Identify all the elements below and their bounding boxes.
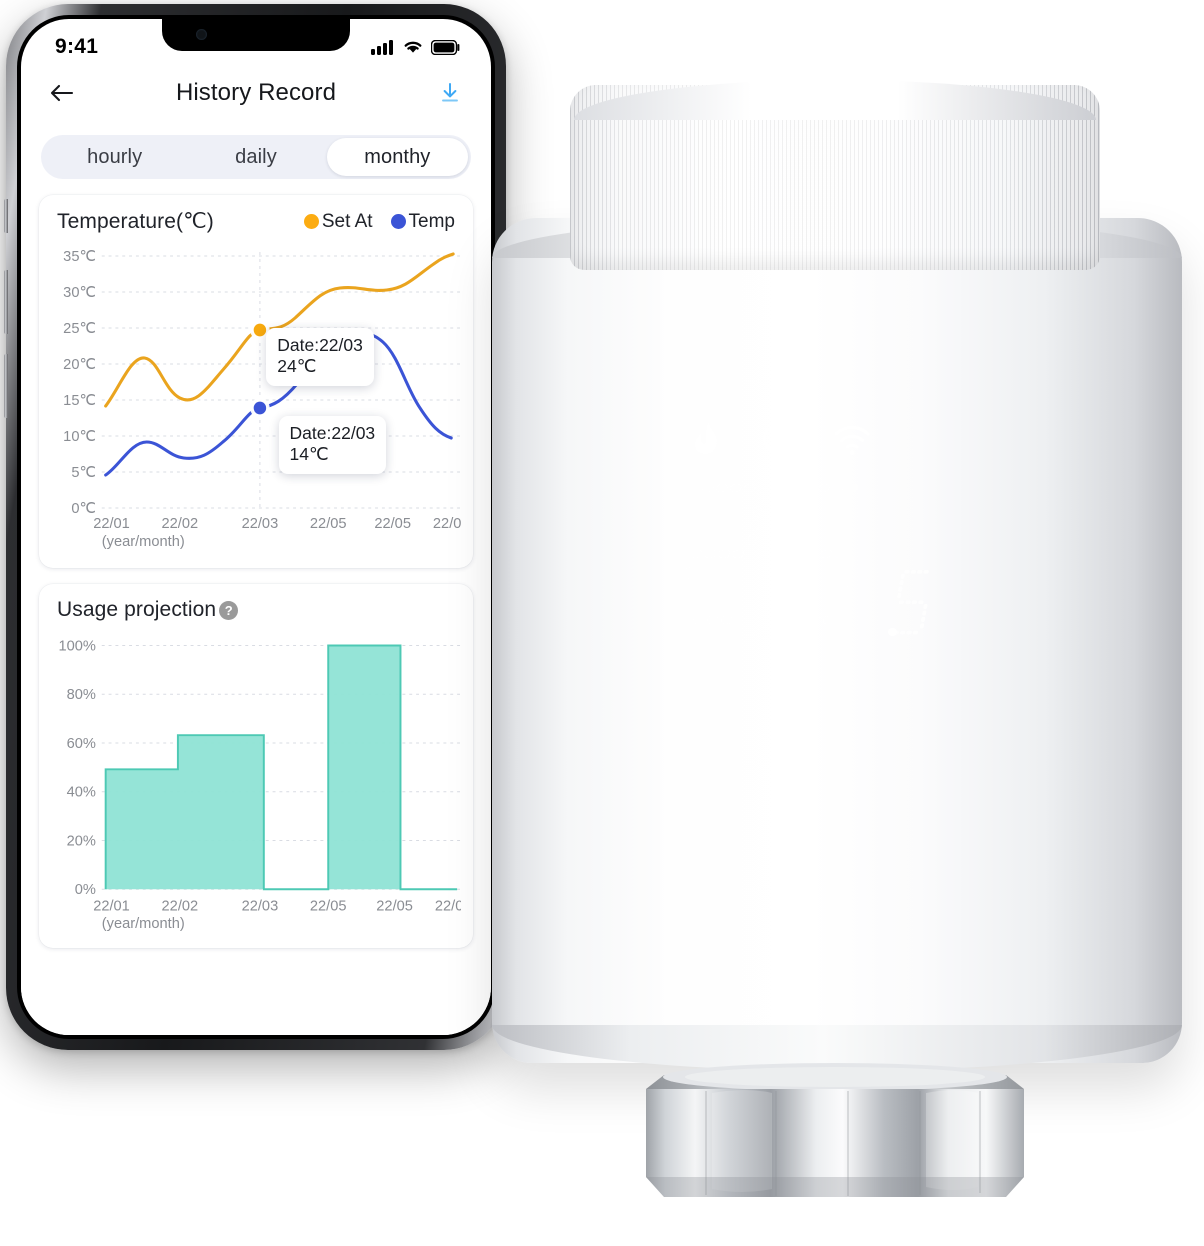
volume-up-button[interactable]	[4, 270, 8, 334]
volume-down-button[interactable]	[4, 354, 8, 418]
smart-radiator-thermostat	[470, 50, 1200, 1246]
svg-text:22/03: 22/03	[242, 516, 279, 532]
digit-2	[674, 484, 765, 624]
usage-y-axis-labels: 100% 80% 60% 40% 20% 0%	[58, 638, 95, 898]
svg-text:40%: 40%	[67, 785, 96, 801]
phone-bezel: 9:41 History Record hourly daily monthy …	[17, 15, 495, 1039]
temperature-chart-title: Temperature(℃)	[57, 210, 214, 233]
svg-text:80%: 80%	[67, 687, 96, 703]
hex-valve-nut	[620, 1045, 1050, 1225]
wifi-icon	[834, 426, 870, 456]
temperature-axis-note: (year/month)	[102, 534, 185, 550]
marker-point-temp[interactable]	[252, 400, 268, 417]
tab-hourly[interactable]: hourly	[44, 138, 185, 176]
history-record-screen: hourly daily monthy Temperature(℃) Set A…	[21, 121, 491, 1035]
phone-screen: 9:41 History Record hourly daily monthy …	[21, 19, 491, 1035]
product-scene: 9:41 History Record hourly daily monthy …	[0, 0, 1204, 1246]
svg-text:22/03: 22/03	[242, 899, 279, 915]
question-mark-icon[interactable]: ?	[219, 600, 239, 620]
svg-text:22/01: 22/01	[93, 899, 130, 915]
svg-text:60%: 60%	[67, 736, 96, 752]
svg-text:22/02: 22/02	[162, 899, 199, 915]
digit-5	[780, 484, 858, 624]
tooltip-set-at-value: 24℃	[277, 356, 317, 377]
temperature-chart-card: Temperature(℃) Set At Temp 35℃ 30℃ 25℃ 2…	[39, 195, 473, 568]
usage-card-header: Usage projection ?	[51, 598, 461, 626]
cellular-signal-icon	[371, 40, 393, 55]
svg-text:22/02: 22/02	[162, 516, 199, 532]
back-arrow-icon	[50, 84, 74, 102]
svg-text:25℃: 25℃	[63, 321, 96, 337]
usage-step-area	[104, 644, 458, 891]
legend-label-set-at: Set At	[321, 210, 373, 232]
legend-dot-temp	[390, 214, 406, 229]
tooltip-set-at: Date:22/03 24℃	[266, 327, 374, 387]
legend-item-temp: Temp	[390, 210, 455, 233]
smartphone-mockup: 9:41 History Record hourly daily monthy …	[4, 4, 508, 1050]
digit-half-5	[893, 570, 930, 635]
tab-monthy[interactable]: monthy	[326, 138, 468, 176]
download-icon	[442, 83, 458, 102]
display-temperature-value	[674, 478, 985, 673]
clock-icon	[763, 424, 793, 454]
svg-text:22/05: 22/05	[374, 516, 411, 532]
svg-text:15℃: 15℃	[63, 393, 96, 409]
svg-text:0%: 0%	[75, 882, 96, 898]
app-header: History Record	[21, 65, 491, 121]
front-camera-icon	[196, 29, 207, 40]
usage-chart-title: Usage projection	[57, 598, 217, 621]
page-title: History Record	[175, 79, 337, 106]
temperature-x-axis-labels: 22/01 22/02 22/03 22/05 22/05 22/06	[93, 516, 461, 532]
usage-bar-chart[interactable]: 100% 80% 60% 40% 20% 0% 22/01 22/02 22/0…	[51, 626, 461, 938]
tooltip-set-at-date: Date:22/03	[277, 334, 363, 355]
svg-text:22/05: 22/05	[310, 516, 347, 532]
temperature-line-chart[interactable]: 35℃ 30℃ 25℃ 20℃ 15℃ 10℃ 5℃ 0℃ 22/01 22/0…	[51, 238, 461, 558]
svg-text:22/05: 22/05	[376, 899, 413, 915]
usage-axis-note: (year/month)	[102, 916, 185, 932]
svg-text:10℃: 10℃	[63, 429, 96, 445]
tooltip-temp: Date:22/03 14℃	[278, 415, 387, 475]
svg-text:20℃: 20℃	[63, 357, 96, 373]
temperature-chart-legend: Set At Temp	[303, 210, 457, 233]
usage-x-axis-labels: 22/01 22/02 22/03 22/05 22/05 22/06	[93, 899, 461, 915]
svg-text:22/06: 22/06	[433, 516, 461, 532]
svg-text:22/05: 22/05	[310, 899, 347, 915]
usage-projection-card: Usage projection ? 100% 80% 60% 40% 20% …	[39, 584, 473, 948]
period-tab-group: hourly daily monthy	[41, 135, 471, 179]
svg-text:30℃: 30℃	[63, 285, 96, 301]
svg-text:35℃: 35℃	[63, 249, 96, 265]
wifi-icon	[404, 41, 422, 53]
svg-text:100%: 100%	[58, 638, 95, 654]
status-bar-indicators	[371, 39, 461, 55]
legend-item-set-at: Set At	[303, 210, 373, 233]
display-indicator-row	[688, 420, 872, 460]
svg-text:5℃: 5℃	[71, 465, 96, 481]
tooltip-temp-value: 14℃	[289, 444, 329, 465]
marker-point-set-at[interactable]	[252, 322, 268, 339]
battery-icon	[431, 39, 460, 55]
tab-daily[interactable]: daily	[185, 138, 326, 176]
legend-dot-set-at	[303, 214, 319, 229]
display-notch	[162, 19, 350, 51]
download-button[interactable]	[431, 74, 469, 112]
svg-text:22/06: 22/06	[435, 899, 461, 915]
mute-switch-button[interactable]	[4, 199, 8, 233]
svg-text:20%: 20%	[67, 833, 96, 849]
flame-icon	[694, 422, 717, 454]
legend-label-temp: Temp	[408, 210, 455, 232]
back-button[interactable]	[43, 74, 81, 112]
temperature-y-axis-labels: 35℃ 30℃ 25℃ 20℃ 15℃ 10℃ 5℃ 0℃	[63, 249, 96, 517]
svg-text:22/01: 22/01	[93, 516, 130, 532]
svg-text:0℃: 0℃	[71, 501, 96, 517]
led-display	[674, 420, 1015, 673]
tooltip-temp-date: Date:22/03	[289, 422, 376, 443]
temperature-card-header: Temperature(℃) Set At Temp	[51, 209, 461, 238]
status-bar-time: 9:41	[55, 35, 99, 58]
